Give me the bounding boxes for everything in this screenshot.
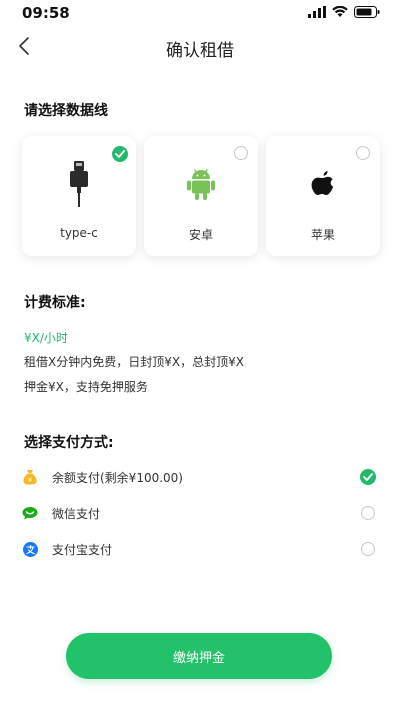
checkmark-icon: [363, 473, 373, 481]
cable-option-label: 安卓: [188, 228, 213, 242]
payment-option-wechat[interactable]: 微信支付: [22, 501, 380, 525]
alipay-icon: [22, 541, 38, 557]
apple-icon: [311, 171, 334, 195]
cable-option-type-c[interactable]: type-c: [22, 136, 136, 256]
payment-selected-check: [360, 469, 376, 485]
hourly-price: ¥X/小时: [24, 331, 68, 345]
svg-text:¥: ¥: [28, 477, 32, 484]
page-title: 确认租借: [166, 41, 234, 61]
cable-option-label: type-c: [60, 226, 98, 240]
usb-c-plug-icon: [70, 161, 88, 207]
payment-option-balance[interactable]: ¥ 余额支付(剩余¥100.00): [22, 465, 380, 489]
pay-deposit-button[interactable]: 缴纳押金: [66, 633, 332, 679]
payment-option-label: 余额支付(剩余¥100.00): [52, 470, 183, 485]
nav-bar: 确认租借: [0, 26, 400, 66]
status-bar: 09:58: [0, 0, 400, 26]
cable-option-unselected-radio: [234, 146, 250, 162]
signal-icon: [308, 6, 326, 18]
deposit-rule-line: 押金¥X，支持免押服务: [24, 380, 148, 394]
battery-icon: [354, 6, 380, 18]
payment-unselected-radio: [360, 505, 376, 521]
payment-option-label: 微信支付: [52, 506, 101, 521]
cable-options: type-c 安卓 苹果: [22, 136, 380, 256]
fee-rule-line: 租借X分钟内免费，日封顶¥X，总封顶¥X: [24, 355, 244, 369]
wechat-icon: [22, 507, 38, 520]
payment-option-alipay[interactable]: 支付宝支付: [22, 537, 380, 561]
fee-section-title: 计费标准:: [24, 295, 86, 311]
payment-option-label: 支付宝支付: [52, 542, 113, 557]
cable-section-title: 请选择数据线: [24, 103, 108, 119]
cable-option-selected-check: [112, 146, 128, 162]
payment-section-title: 选择支付方式:: [24, 435, 114, 451]
cable-option-apple[interactable]: 苹果: [266, 136, 380, 256]
cable-option-label: 苹果: [310, 228, 335, 242]
payment-unselected-radio: [360, 541, 376, 557]
checkmark-icon: [115, 150, 125, 158]
android-icon: [187, 169, 215, 200]
status-time: 09:58: [22, 4, 70, 22]
cable-option-unselected-radio: [356, 146, 372, 162]
cable-option-android[interactable]: 安卓: [144, 136, 258, 256]
status-icons: [308, 6, 380, 18]
wifi-icon: [332, 6, 348, 17]
money-bag-icon: ¥: [23, 470, 37, 485]
